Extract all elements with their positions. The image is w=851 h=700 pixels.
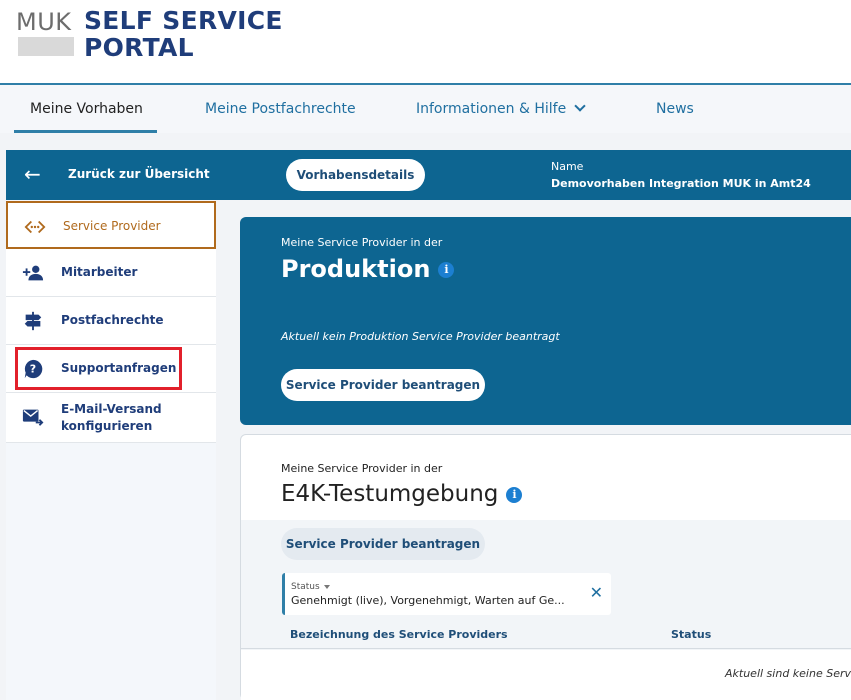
production-subtitle: Meine Service Provider in der bbox=[281, 236, 443, 249]
column-header-name[interactable]: Bezeichnung des Service Providers bbox=[290, 628, 508, 641]
sidebar-item-label: Postfachrechte bbox=[61, 313, 164, 327]
project-header: Vorhabensdetails Name Demovorhaben Integ… bbox=[216, 150, 851, 200]
project-name-label: Name bbox=[551, 160, 584, 173]
nav-meine-vorhaben[interactable]: Meine Vorhaben bbox=[30, 85, 143, 133]
code-arrows-icon bbox=[24, 220, 46, 234]
status-filter-label-text: Status bbox=[291, 582, 320, 592]
production-card: Meine Service Provider in der Produktion… bbox=[240, 217, 851, 425]
sidebar-item-label: Mitarbeiter bbox=[61, 265, 138, 279]
info-icon[interactable]: i bbox=[438, 262, 455, 278]
portal-logo[interactable]: MUK SELF SERVICE PORTAL bbox=[16, 6, 316, 62]
arrow-left-icon: ← bbox=[24, 162, 41, 186]
production-empty-note: Aktuell kein Produktion Service Provider… bbox=[281, 330, 560, 343]
status-filter-value: Genehmigt (live), Vorgenehmigt, Warten a… bbox=[291, 594, 565, 607]
production-title-text: Produktion bbox=[281, 255, 431, 283]
highlight-box bbox=[15, 347, 182, 390]
request-production-provider-button[interactable]: Service Provider beantragen bbox=[281, 369, 485, 401]
mail-forward-icon bbox=[22, 409, 44, 426]
sidebar-item-email-versand[interactable]: E-Mail-Versand konfigurieren bbox=[6, 393, 216, 443]
test-environment-card: Meine Service Provider in der E4K-Testum… bbox=[240, 434, 851, 700]
table-body: Aktuell sind keine Servi bbox=[241, 650, 851, 700]
production-title: Produktion i bbox=[281, 255, 455, 283]
nav-news[interactable]: News bbox=[656, 85, 694, 133]
nav-meine-postfachrechte[interactable]: Meine Postfachrechte bbox=[205, 85, 356, 133]
top-navigation: Meine Vorhaben Meine Postfachrechte Info… bbox=[0, 83, 851, 133]
project-name-value: Demovorhaben Integration MUK in Amt24 bbox=[551, 177, 811, 190]
info-icon[interactable]: i bbox=[506, 486, 523, 503]
test-subtitle: Meine Service Provider in der bbox=[281, 462, 443, 475]
test-title: E4K-Testumgebung i bbox=[281, 481, 523, 507]
person-add-icon bbox=[22, 265, 44, 281]
table-header: Bezeichnung des Service Providers Status bbox=[241, 623, 851, 649]
column-header-status[interactable]: Status bbox=[671, 628, 711, 641]
signpost-icon bbox=[24, 311, 42, 331]
logo-muk: MUK bbox=[16, 8, 72, 36]
logo-title-line1: SELF SERVICE bbox=[84, 6, 283, 35]
status-filter[interactable]: Status Genehmigt (live), Vorgenehmigt, W… bbox=[282, 573, 611, 615]
chevron-down-icon bbox=[574, 100, 586, 112]
back-label: Zurück zur Übersicht bbox=[68, 167, 210, 181]
table-empty-message: Aktuell sind keine Servi bbox=[725, 667, 851, 680]
logo-placeholder-block bbox=[18, 37, 74, 56]
caret-down-icon bbox=[323, 584, 330, 589]
nav-informationen-label: Informationen & Hilfe bbox=[416, 101, 567, 117]
sidebar: ← Zurück zur Übersicht Service Provider … bbox=[6, 150, 216, 700]
sidebar-item-label: Service Provider bbox=[63, 219, 161, 233]
sidebar-item-label: E-Mail-Versand konfigurieren bbox=[61, 402, 162, 433]
sidebar-item-service-provider[interactable]: Service Provider bbox=[6, 201, 216, 249]
back-to-overview-button[interactable]: ← Zurück zur Übersicht bbox=[6, 150, 216, 200]
vorhabensdetails-button[interactable]: Vorhabensdetails bbox=[286, 159, 425, 191]
test-title-text: E4K-Testumgebung bbox=[281, 481, 499, 507]
sidebar-item-postfachrechte[interactable]: Postfachrechte bbox=[6, 297, 216, 345]
status-filter-label: Status bbox=[291, 582, 330, 592]
sidebar-item-mitarbeiter[interactable]: Mitarbeiter bbox=[6, 249, 216, 297]
nav-informationen-hilfe[interactable]: Informationen & Hilfe bbox=[416, 85, 586, 133]
logo-title-line2: PORTAL bbox=[84, 33, 194, 62]
clear-filter-icon[interactable]: ✕ bbox=[590, 583, 603, 602]
request-test-provider-button[interactable]: Service Provider beantragen bbox=[281, 528, 485, 560]
